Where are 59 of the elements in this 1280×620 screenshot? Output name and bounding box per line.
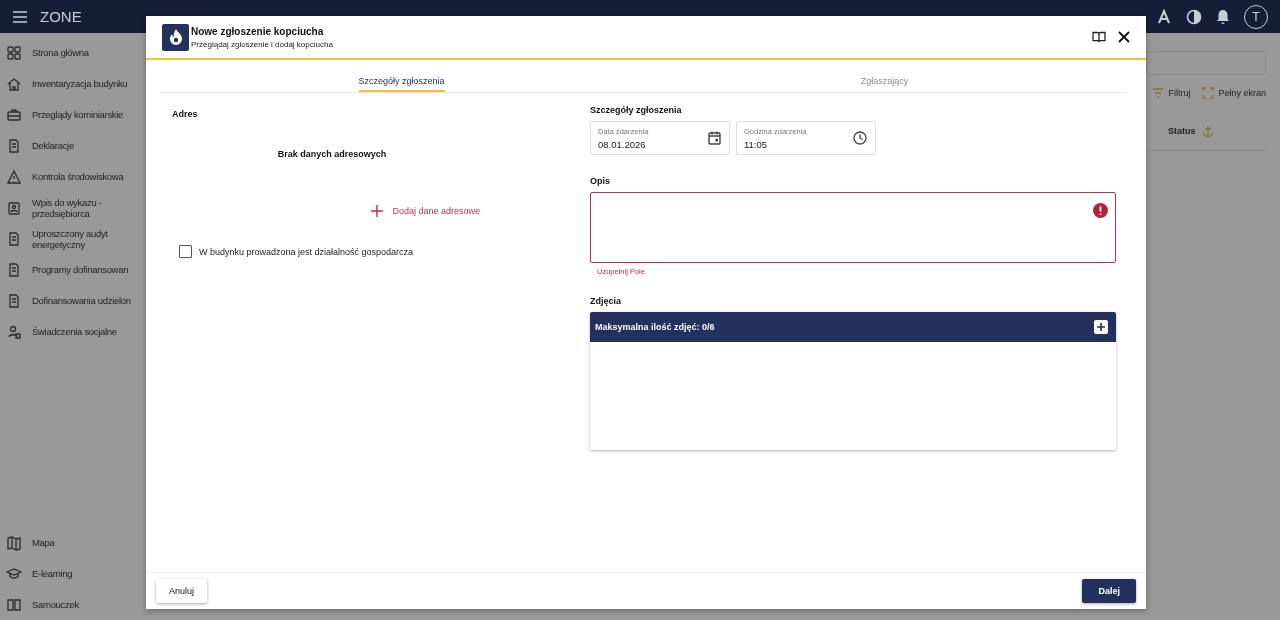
toolbar-button[interactable]: Pełny ekran [1202, 87, 1266, 99]
sidebar-item[interactable]: Inwentaryzacja budynku [0, 68, 146, 99]
graduation-cap-icon [6, 565, 22, 582]
checkbox[interactable] [179, 245, 192, 258]
search-field[interactable] [1146, 51, 1266, 75]
sidebar-item[interactable]: Samouczek [0, 589, 146, 620]
close-icon[interactable] [1118, 31, 1130, 43]
field-label: Opis [590, 176, 611, 186]
bell-icon[interactable] [1216, 8, 1230, 25]
sidebar-item[interactable]: Dofinansowania udzielon [0, 285, 146, 316]
sidebar-item[interactable]: Programy dofinansowan [0, 254, 146, 285]
column-header[interactable]: Status [1168, 125, 1196, 136]
briefcase-icon [6, 106, 22, 123]
document-icon [6, 292, 22, 309]
calendar-icon[interactable] [708, 131, 721, 145]
contrast-icon[interactable] [1186, 8, 1202, 25]
description-field[interactable] [590, 192, 1116, 263]
section-heading: Zdjęcia [590, 296, 622, 306]
toolbar-button[interactable]: Filtruj [1152, 87, 1191, 99]
clock-icon[interactable] [853, 131, 867, 145]
document-icon [6, 230, 22, 247]
app-title: ZONE [40, 8, 82, 25]
sidebar-item[interactable]: E-learning [0, 558, 146, 589]
next-button[interactable]: Dalej [1082, 579, 1136, 603]
sidebar-item[interactable]: Mapa [0, 527, 146, 558]
cancel-button[interactable]: Anuluj [156, 579, 208, 603]
section-heading: Adres [172, 109, 199, 119]
sidebar-item[interactable]: Świadczenia socjalne [0, 316, 146, 347]
document-icon [6, 137, 22, 154]
person-icon [6, 323, 22, 340]
expand-icon [1202, 87, 1215, 99]
id-badge-icon [6, 199, 22, 216]
book-icon [6, 596, 22, 613]
sidebar-item[interactable]: Uproszczony audyt energetyczny [0, 223, 146, 254]
section-heading: Szczegóły zgłoszenia [590, 105, 683, 115]
map-icon [6, 534, 22, 551]
sidebar-item[interactable]: Wpis do wykazu - przedsiębiorca [0, 192, 146, 223]
dialog-subtitle: Przeglądaj zgłoszenie i dodaj kopciucha [191, 39, 333, 49]
tab[interactable]: Zgłaszający [643, 68, 1126, 92]
checkbox-label: W budynku prowadzona jest działalność gospodarcza [199, 246, 414, 257]
warning-icon [6, 168, 22, 185]
add-icon[interactable] [1094, 320, 1108, 334]
document-icon [6, 261, 22, 278]
add-address-link[interactable]: Dodaj dane adresowe [371, 205, 480, 217]
empty-message: Brak danych adresowych [276, 149, 388, 159]
filter-icon [1152, 87, 1165, 99]
anchor-icon [1201, 124, 1214, 137]
book-icon[interactable] [1092, 31, 1106, 43]
plus-icon [371, 205, 384, 217]
photo-count: Maksymalna ilość zdjęć: 0/6 [595, 322, 715, 332]
dialog-title: Nowe zgłoszenie kopciucha [191, 25, 325, 37]
sidebar-item[interactable]: Przeglądy kominiarskie [0, 99, 146, 130]
flame-icon [162, 23, 189, 51]
menu-icon[interactable] [12, 9, 28, 24]
grid-icon [6, 44, 22, 61]
sidebar-item[interactable]: Deklaracje [0, 130, 146, 161]
font-icon[interactable] [1156, 8, 1172, 25]
sidebar-item[interactable]: Strona główna [0, 37, 146, 68]
sidebar-item[interactable]: Kontrola środowiskowa [0, 161, 146, 192]
